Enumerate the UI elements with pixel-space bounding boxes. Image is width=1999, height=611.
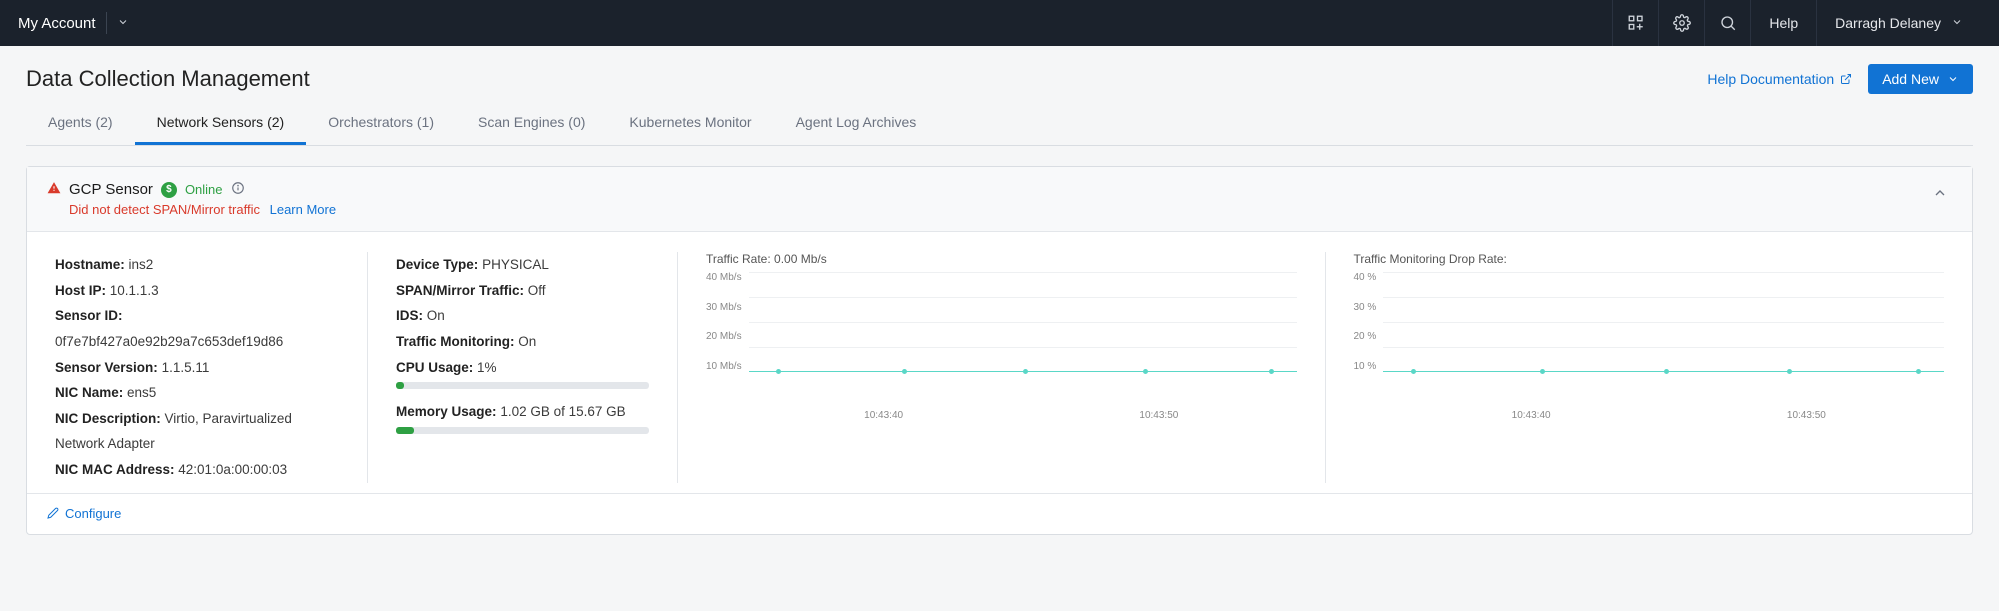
memory-usage-bar: [396, 427, 649, 434]
info-icon[interactable]: [231, 181, 245, 198]
page-head: Data Collection Management Help Document…: [26, 64, 1973, 94]
chart-xaxis: 10:43:40 10:43:50: [706, 410, 1297, 421]
ytick: 30 Mb/s: [706, 302, 742, 313]
chevron-up-icon: [1932, 185, 1948, 201]
help-label: Help: [1769, 15, 1798, 31]
field-span: SPAN/Mirror Traffic: Off: [396, 278, 649, 304]
divider: [106, 12, 107, 34]
user-name: Darragh Delaney: [1835, 15, 1941, 31]
xtick: 10:43:50: [1139, 410, 1178, 421]
sensor-card: GCP Sensor $ Online Did not detect SPAN/…: [26, 166, 1973, 535]
chart-drop-rate: Traffic Monitoring Drop Rate: 40 % 30 % …: [1325, 252, 1973, 483]
field-sensorid: Sensor ID: 0f7e7bf427a0e92b29a7c653def19…: [55, 303, 339, 354]
ytick: 10 Mb/s: [706, 361, 742, 372]
topbar-right: Help Darragh Delaney: [1612, 0, 1981, 46]
ytick: 40 Mb/s: [706, 272, 742, 283]
xtick: 10:43:40: [864, 410, 903, 421]
topbar-left: My Account: [18, 12, 129, 34]
details-column-2: Device Type: PHYSICAL SPAN/Mirror Traffi…: [367, 252, 677, 483]
warning-row: Did not detect SPAN/Mirror traffic Learn…: [47, 202, 336, 217]
gear-icon[interactable]: [1658, 0, 1704, 46]
sensor-card-head-left: GCP Sensor $ Online Did not detect SPAN/…: [47, 181, 336, 217]
tab-agents[interactable]: Agents (2): [26, 104, 135, 145]
help-link[interactable]: Help: [1750, 0, 1816, 46]
status-badge-icon: $: [161, 182, 177, 198]
topbar: My Account Help Darragh Delaney: [0, 0, 1999, 46]
chart-plot: [748, 272, 1297, 372]
field-ids: IDS: On: [396, 303, 649, 329]
tab-network-sensors[interactable]: Network Sensors (2): [135, 104, 307, 145]
ytick: 30 %: [1354, 302, 1377, 313]
sensor-card-body: Hostname: ins2 Host IP: 10.1.1.3 Sensor …: [27, 232, 1972, 493]
help-documentation-link[interactable]: Help Documentation: [1707, 71, 1852, 87]
configure-link[interactable]: Configure: [47, 506, 121, 521]
help-doc-label: Help Documentation: [1707, 71, 1834, 87]
chart-plot-area: 40 % 30 % 20 % 10 %: [1354, 272, 1945, 392]
chart-xaxis: 10:43:40 10:43:50: [1354, 410, 1945, 421]
add-new-label: Add New: [1882, 71, 1939, 87]
ytick: 20 %: [1354, 331, 1377, 342]
page: Data Collection Management Help Document…: [0, 46, 1999, 553]
ytick: 10 %: [1354, 361, 1377, 372]
tabs: Agents (2) Network Sensors (2) Orchestra…: [26, 104, 1973, 146]
xtick: 10:43:50: [1787, 410, 1826, 421]
sensor-name: GCP Sensor: [69, 181, 153, 198]
ytick: 20 Mb/s: [706, 331, 742, 342]
chevron-down-icon[interactable]: [117, 15, 129, 31]
field-sensorver: Sensor Version: 1.1.5.11: [55, 355, 339, 381]
chart-yaxis: 40 Mb/s 30 Mb/s 20 Mb/s 10 Mb/s: [706, 272, 748, 372]
chart-plot-area: 40 Mb/s 30 Mb/s 20 Mb/s 10 Mb/s: [706, 272, 1297, 392]
warning-text: Did not detect SPAN/Mirror traffic: [69, 202, 260, 217]
tab-scan-engines[interactable]: Scan Engines (0): [456, 104, 607, 145]
pencil-icon: [47, 507, 59, 519]
apps-icon[interactable]: [1612, 0, 1658, 46]
configure-label: Configure: [65, 506, 121, 521]
page-head-right: Help Documentation Add New: [1707, 64, 1973, 94]
external-link-icon: [1840, 73, 1852, 85]
add-new-button[interactable]: Add New: [1868, 64, 1973, 94]
field-mem: Memory Usage: 1.02 GB of 15.67 GB: [396, 399, 649, 425]
field-devtype: Device Type: PHYSICAL: [396, 252, 649, 278]
tab-orchestrators[interactable]: Orchestrators (1): [306, 104, 456, 145]
xtick: 10:43:40: [1512, 410, 1551, 421]
cpu-usage-bar: [396, 382, 649, 389]
cpu-usage-fill: [396, 382, 404, 389]
learn-more-link[interactable]: Learn More: [270, 202, 336, 217]
chart-traffic-rate: Traffic Rate: 0.00 Mb/s 40 Mb/s 30 Mb/s …: [677, 252, 1325, 483]
chevron-down-icon: [1951, 15, 1963, 31]
tab-kubernetes-monitor[interactable]: Kubernetes Monitor: [607, 104, 773, 145]
sensor-card-foot: Configure: [27, 493, 1972, 535]
chart-title: Traffic Rate: 0.00 Mb/s: [706, 252, 1297, 266]
chart-plot: [1382, 272, 1944, 372]
memory-usage-fill: [396, 427, 414, 434]
status-text: Online: [185, 182, 223, 197]
field-hostip: Host IP: 10.1.1.3: [55, 278, 339, 304]
chart-yaxis: 40 % 30 % 20 % 10 %: [1354, 272, 1383, 372]
account-selector-label[interactable]: My Account: [18, 15, 96, 32]
field-nicmac: NIC MAC Address: 42:01:0a:00:00:03: [55, 457, 339, 483]
user-menu[interactable]: Darragh Delaney: [1816, 0, 1981, 46]
chart-title: Traffic Monitoring Drop Rate:: [1354, 252, 1945, 266]
collapse-toggle[interactable]: [1928, 181, 1952, 208]
field-trafmon: Traffic Monitoring: On: [396, 329, 649, 355]
field-nicdesc: NIC Description: Virtio, Paravirtualized…: [55, 406, 339, 457]
tab-agent-log-archives[interactable]: Agent Log Archives: [774, 104, 939, 145]
chevron-down-icon: [1947, 73, 1959, 85]
warning-icon: [47, 181, 61, 198]
page-title: Data Collection Management: [26, 66, 310, 92]
ytick: 40 %: [1354, 272, 1377, 283]
sensor-card-head: GCP Sensor $ Online Did not detect SPAN/…: [27, 167, 1972, 232]
field-nicname: NIC Name: ens5: [55, 380, 339, 406]
field-cpu: CPU Usage: 1%: [396, 355, 649, 381]
details-column-1: Hostname: ins2 Host IP: 10.1.1.3 Sensor …: [27, 252, 367, 483]
search-icon[interactable]: [1704, 0, 1750, 46]
field-hostname: Hostname: ins2: [55, 252, 339, 278]
sensor-title-row: GCP Sensor $ Online: [47, 181, 336, 198]
